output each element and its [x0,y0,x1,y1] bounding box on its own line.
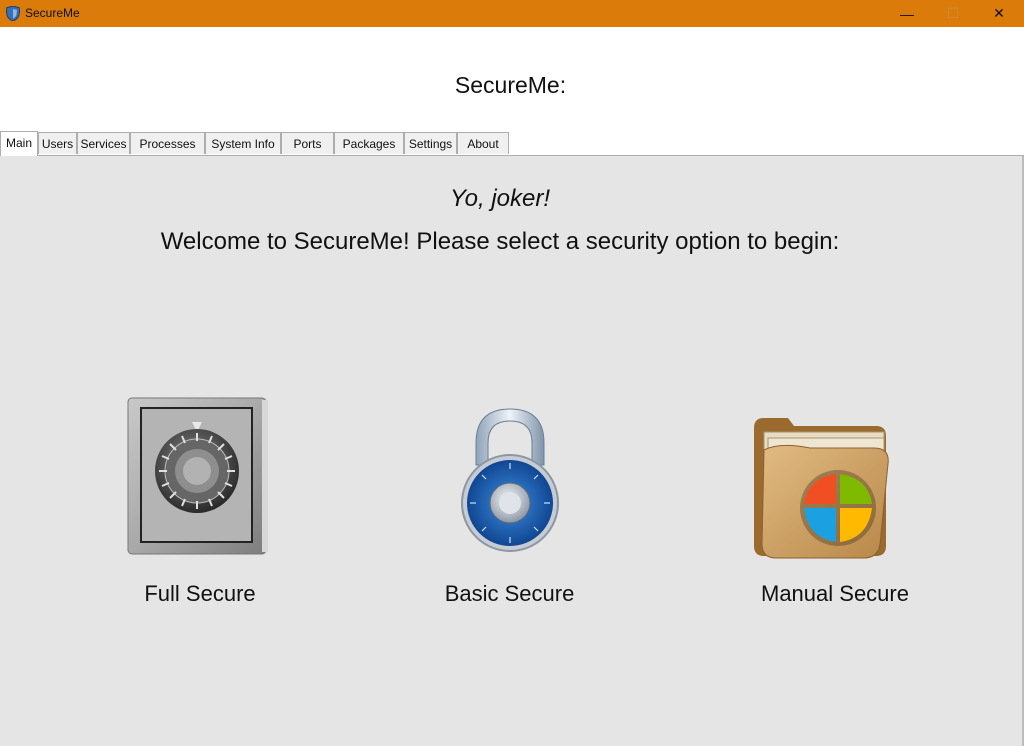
safe-icon [127,397,268,555]
app-shield-icon [6,6,20,21]
tab-packages[interactable]: Packages [334,132,404,154]
tab-divider [0,155,1024,156]
full-secure-label: Full Secure [144,581,256,606]
tab-main[interactable]: Main [0,131,38,156]
tab-ports[interactable]: Ports [281,132,334,154]
window-titlebar[interactable]: SecureMe — ☐ ✕ [0,0,1024,27]
tab-system-info[interactable]: System Info [205,132,281,154]
window-title: SecureMe [25,6,80,20]
tab-processes[interactable]: Processes [130,132,205,154]
tab-settings[interactable]: Settings [404,132,457,154]
tab-about[interactable]: About [457,132,509,154]
close-button[interactable]: ✕ [976,0,1022,27]
maximize-icon: ☐ [946,5,960,21]
tab-services[interactable]: Services [77,132,130,154]
page-title: SecureMe: [454,72,567,98]
minimize-icon: — [900,5,914,22]
manual-secure-label: Manual Secure [761,581,909,606]
greeting-text: Yo, joker! [449,185,551,212]
folder-windows-icon [754,418,889,559]
close-icon: ✕ [993,5,1005,21]
minimize-button[interactable]: — [884,0,930,27]
main-panel: Yo, joker! Welcome to SecureMe! Please s… [0,156,1024,746]
app-header: SecureMe: [0,27,1024,131]
tab-users[interactable]: Users [38,132,77,154]
maximize-button[interactable]: ☐ [930,0,976,27]
tab-strip: Main Users Services Processes System Inf… [0,131,1024,156]
basic-secure-label: Basic Secure [444,581,575,606]
padlock-icon [461,408,559,552]
welcome-text: Welcome to SecureMe! Please select a sec… [160,228,840,255]
